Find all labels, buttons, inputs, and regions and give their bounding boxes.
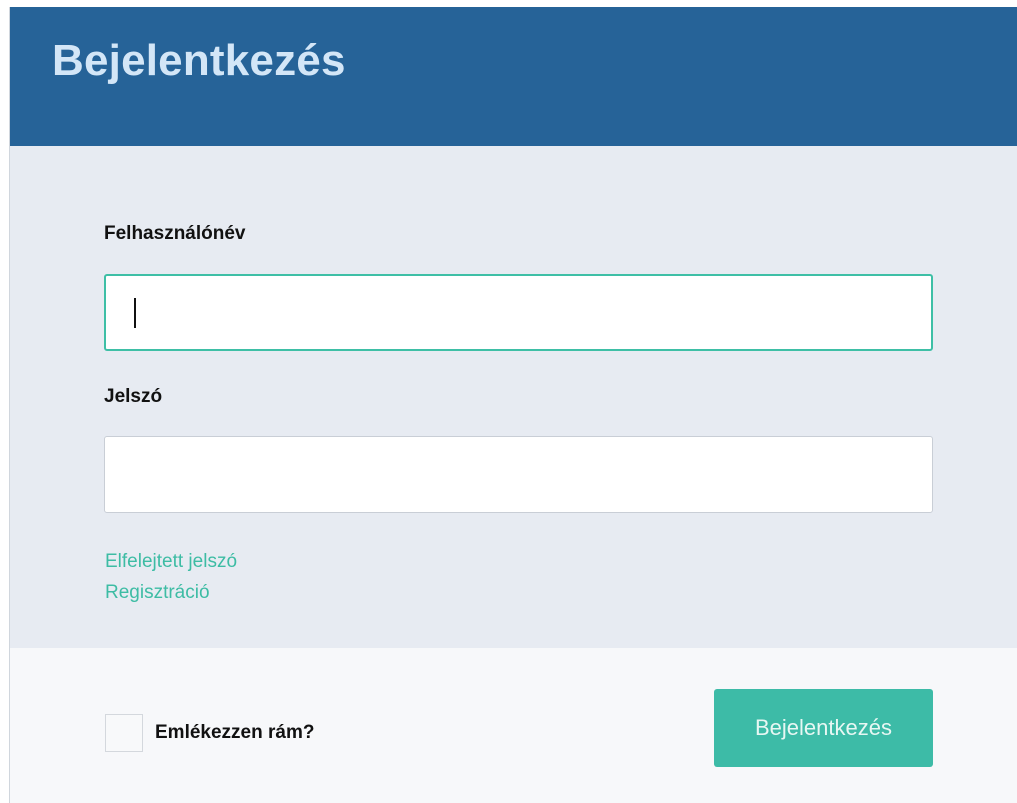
remember-me-label: Emlékezzen rám? [155, 722, 315, 743]
username-label: Felhasználónév [104, 223, 246, 244]
header: Bejelentkezés [10, 7, 1017, 146]
remember-me-checkbox[interactable] [105, 714, 143, 752]
form-footer: Emlékezzen rám? Bejelentkezés [10, 648, 1017, 803]
page-title: Bejelentkezés [52, 36, 346, 85]
username-input[interactable] [104, 274, 933, 351]
text-cursor [134, 298, 136, 328]
password-label: Jelszó [104, 386, 163, 407]
register-link[interactable]: Regisztráció [105, 582, 210, 604]
login-panel: Bejelentkezés Felhasználónév Jelszó Elfe… [9, 7, 1017, 803]
forgot-password-link[interactable]: Elfelejtett jelszó [105, 551, 237, 573]
login-button[interactable]: Bejelentkezés [714, 689, 933, 767]
login-form: Felhasználónév Jelszó Elfelejtett jelszó… [10, 146, 1017, 648]
password-input[interactable] [104, 436, 933, 513]
